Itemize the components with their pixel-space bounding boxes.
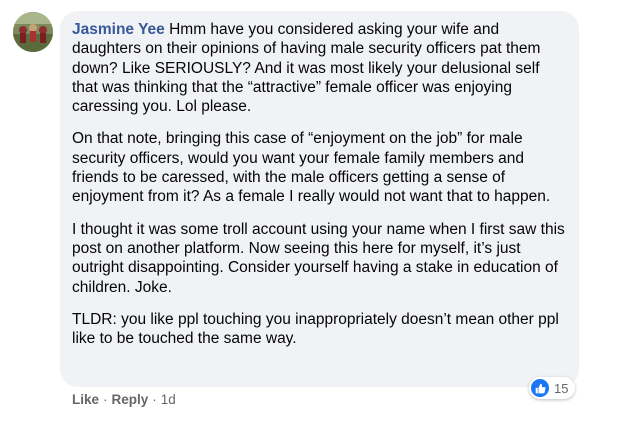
like-button[interactable]: Like: [72, 392, 99, 407]
comment-actions: Like · Reply · 1d: [72, 392, 176, 407]
thumbs-up-icon: [531, 379, 549, 397]
comment-paragraph: TLDR: you like ppl touching you inapprop…: [72, 310, 559, 348]
reaction-count: 15: [554, 380, 569, 396]
reply-button[interactable]: Reply: [112, 392, 149, 407]
reaction-summary[interactable]: 15: [529, 377, 576, 399]
comment-bubble: Jasmine Yee Hmm have you considered aski…: [60, 11, 579, 387]
comment-paragraph: On that note, bringing this case of “enj…: [72, 130, 551, 206]
comment: Jasmine Yee Hmm have you considered aski…: [0, 0, 623, 426]
comment-paragraph: Jasmine Yee Hmm have you considered aski…: [72, 20, 567, 116]
separator: ·: [103, 392, 108, 407]
author-name[interactable]: Jasmine Yee: [72, 21, 165, 38]
avatar[interactable]: [13, 12, 53, 52]
timestamp[interactable]: 1d: [161, 392, 176, 407]
comment-paragraph: I thought it was some troll account usin…: [72, 220, 565, 296]
separator: ·: [152, 392, 157, 407]
